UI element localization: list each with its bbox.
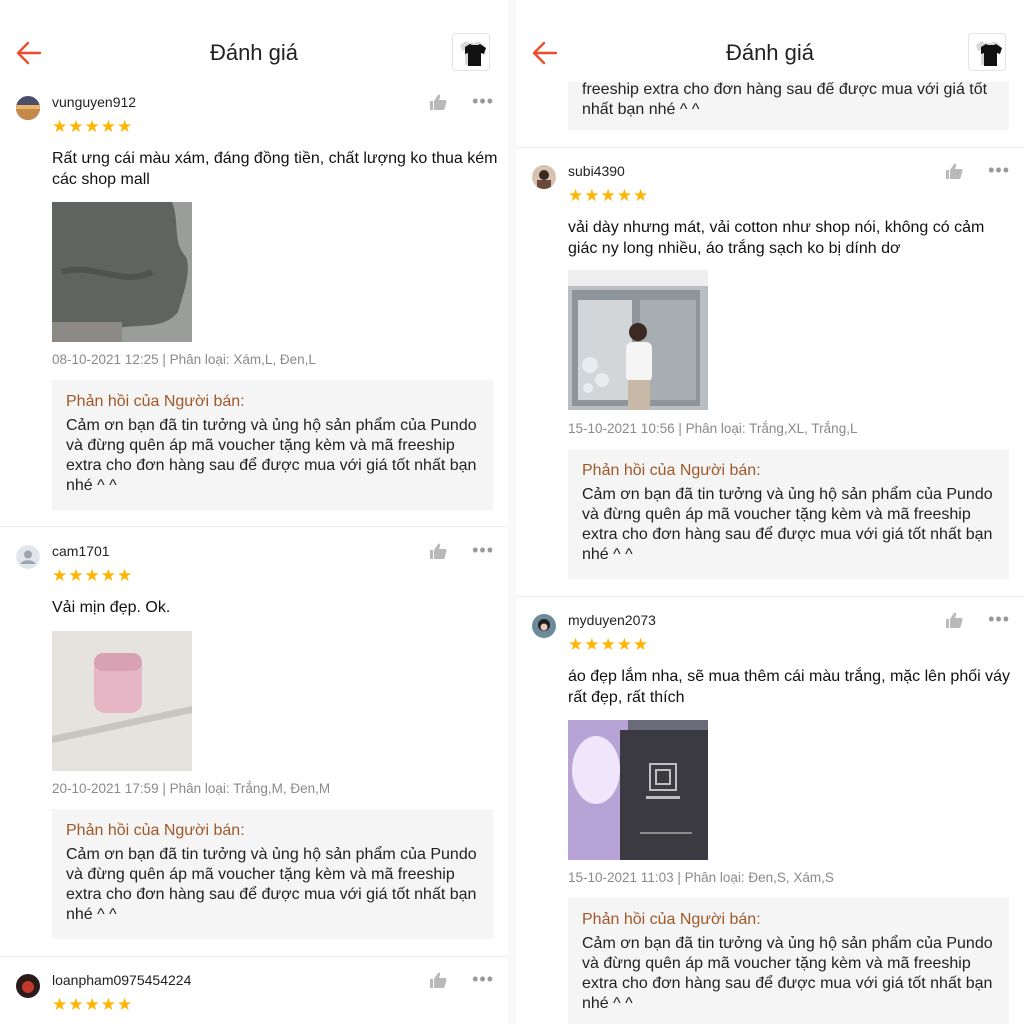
seller-reply: Phản hồi của Người bán: Cảm ơn bạn đã ti… bbox=[568, 449, 1009, 579]
avatar[interactable] bbox=[532, 614, 556, 638]
header: Đánh giá bbox=[516, 0, 1024, 82]
review-comment: vải dày nhưng mát, vải cotton như shop n… bbox=[568, 219, 985, 257]
divider bbox=[0, 956, 508, 957]
rating-stars: ★★★★★ bbox=[52, 566, 134, 585]
review-meta: 08-10-2021 12:25 | Phân loại: Xám,L, Đen… bbox=[52, 352, 316, 367]
thumbs-up-icon[interactable] bbox=[944, 161, 964, 181]
seller-reply-title: Phản hồi của Người bán: bbox=[66, 822, 245, 839]
default-avatar-icon[interactable] bbox=[16, 545, 40, 569]
reviews-screen-right: freeship extra cho đơn hàng sau để được … bbox=[516, 0, 1024, 1024]
thumbs-up-icon[interactable] bbox=[428, 541, 448, 561]
seller-reply-title: Phản hồi của Người bán: bbox=[66, 393, 245, 410]
divider bbox=[516, 596, 1024, 597]
more-dots-icon[interactable]: ••• bbox=[472, 541, 494, 559]
page-title: Đánh giá bbox=[209, 40, 299, 65]
username[interactable]: cam1701 bbox=[52, 543, 110, 559]
avatar[interactable] bbox=[16, 974, 40, 998]
seller-reply-text: Cảm ơn bạn đã tin tưởng và ủng hộ sản ph… bbox=[582, 935, 993, 1012]
thumbs-up-icon[interactable] bbox=[944, 610, 964, 630]
product-thumbnail[interactable] bbox=[968, 33, 1006, 71]
username[interactable]: loanpham0975454224 bbox=[52, 972, 191, 988]
seller-reply: Phản hồi của Người bán: Cảm ơn bạn đã ti… bbox=[52, 380, 493, 510]
rating-stars: ★★★★★ bbox=[52, 995, 134, 1014]
seller-reply-text: Cảm ơn bạn đã tin tưởng và ủng hộ sản ph… bbox=[66, 846, 477, 923]
review-comment: áo đẹp lắm nha, sẽ mua thêm cái màu trắn… bbox=[568, 668, 1011, 706]
review-comment: Rất ưng cái màu xám, đáng đồng tiền, chấ… bbox=[52, 150, 498, 188]
more-dots-icon[interactable]: ••• bbox=[472, 92, 494, 110]
tshirt-icon bbox=[460, 41, 486, 66]
panel-gap bbox=[508, 0, 516, 1024]
seller-reply-title: Phản hồi của Người bán: bbox=[582, 462, 761, 479]
seller-reply-text: Cảm ơn bạn đã tin tưởng và ủng hộ sản ph… bbox=[66, 417, 477, 494]
avatar[interactable] bbox=[16, 96, 40, 120]
seller-reply-title: Phản hồi của Người bán: bbox=[582, 911, 761, 928]
rating-stars: ★★★★★ bbox=[52, 117, 134, 136]
divider bbox=[0, 526, 508, 527]
seller-reply-text: Cảm ơn bạn đã tin tưởng và ủng hộ sản ph… bbox=[582, 486, 993, 563]
review-meta: 15-10-2021 11:03 | Phân loại: Đen,S, Xám… bbox=[568, 870, 834, 885]
review-photo[interactable] bbox=[52, 202, 192, 342]
username[interactable]: vunguyen912 bbox=[52, 94, 136, 110]
avatar[interactable] bbox=[532, 165, 556, 189]
more-dots-icon[interactable]: ••• bbox=[988, 161, 1010, 179]
more-dots-icon[interactable]: ••• bbox=[472, 970, 494, 988]
product-thumbnail[interactable] bbox=[452, 33, 490, 71]
thumbs-up-icon[interactable] bbox=[428, 92, 448, 112]
divider bbox=[516, 147, 1024, 148]
thumbs-up-icon[interactable] bbox=[428, 970, 448, 990]
page-title: Đánh giá bbox=[725, 40, 815, 65]
review-comment: Vải mịn đẹp. Ok. bbox=[52, 599, 171, 616]
review-photo[interactable] bbox=[568, 270, 708, 410]
reviews-screen-left: Đánh giá vunguyen912 ••• ★★★★★ Rất ưng c… bbox=[0, 0, 508, 1024]
tshirt-icon bbox=[976, 41, 1002, 66]
more-dots-icon[interactable]: ••• bbox=[988, 610, 1010, 628]
review-photo[interactable] bbox=[568, 720, 708, 860]
rating-stars: ★★★★★ bbox=[568, 635, 650, 654]
seller-reply: Phản hồi của Người bán: Cảm ơn bạn đã ti… bbox=[568, 898, 1009, 1024]
rating-stars: ★★★★★ bbox=[568, 186, 650, 205]
seller-reply-text: freeship extra cho đơn hàng sau để được … bbox=[582, 81, 988, 118]
header: Đánh giá bbox=[0, 0, 508, 82]
seller-reply: Phản hồi của Người bán: Cảm ơn bạn đã ti… bbox=[52, 809, 493, 939]
username[interactable]: myduyen2073 bbox=[568, 612, 656, 628]
review-photo[interactable] bbox=[52, 631, 192, 771]
username[interactable]: subi4390 bbox=[568, 163, 625, 179]
review-meta: 20-10-2021 17:59 | Phân loại: Trắng,M, Đ… bbox=[52, 781, 331, 796]
review-meta: 15-10-2021 10:56 | Phân loại: Trắng,XL, … bbox=[568, 421, 858, 436]
